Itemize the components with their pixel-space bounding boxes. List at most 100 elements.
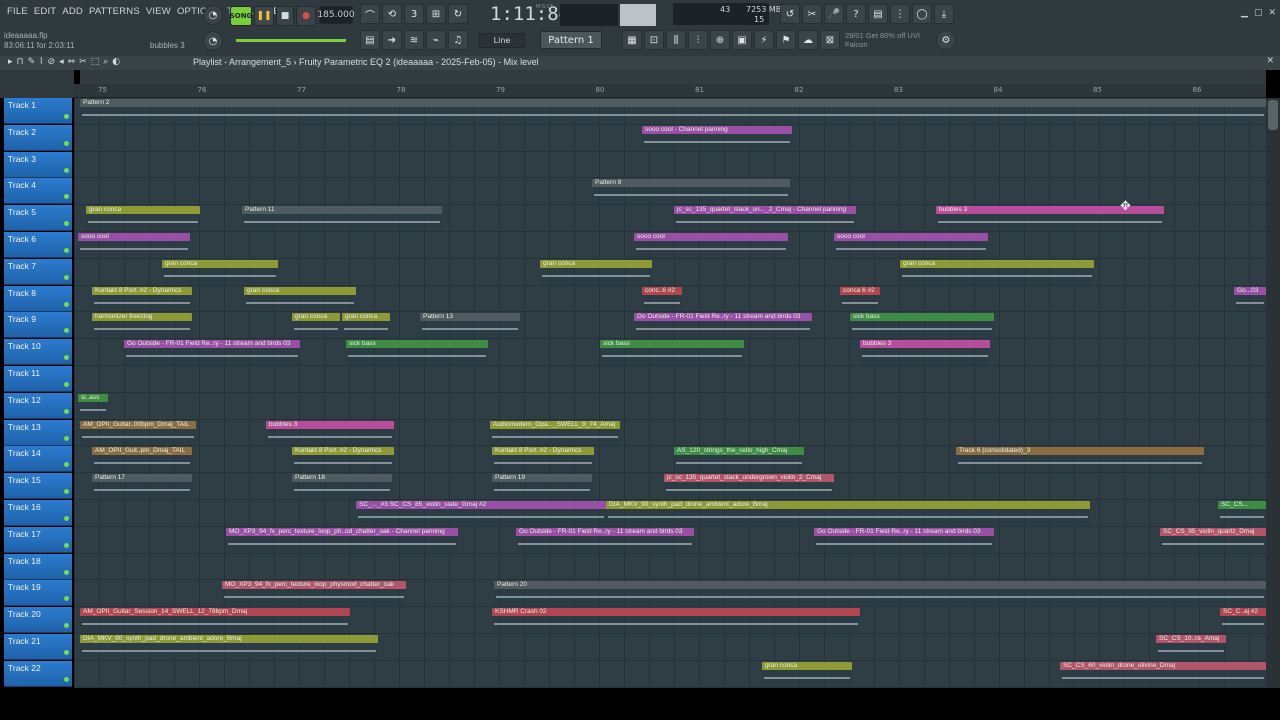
- playlist-clip[interactable]: AS_120_strings_the_cello_high_Cmaj: [674, 447, 804, 472]
- playlist-clip[interactable]: SC_CS_60_violin_drone_olivine_Dmaj: [1060, 661, 1266, 686]
- pause-button[interactable]: ❚❚: [254, 6, 274, 26]
- playlist-clip[interactable]: sooo cool - Channel panning: [642, 125, 792, 150]
- vertical-scrollbar[interactable]: [1266, 98, 1280, 688]
- track-header[interactable]: Track 13: [4, 419, 72, 446]
- track-mute-led[interactable]: [64, 194, 69, 200]
- metronome-icon[interactable]: ⌒: [360, 4, 380, 24]
- slip-icon[interactable]: ⇔: [68, 57, 76, 67]
- track-header[interactable]: Track 3: [4, 151, 72, 178]
- playlist-clip[interactable]: si..ass: [78, 393, 108, 418]
- playlist-clip[interactable]: SC_C..aj #2: [1220, 608, 1266, 633]
- render-icon[interactable]: ✂: [802, 4, 822, 24]
- playlist-clip[interactable]: gran conca: [292, 313, 340, 338]
- maximize-icon[interactable]: ▢: [1254, 8, 1263, 18]
- delete-icon[interactable]: ⊘: [48, 57, 56, 67]
- menu-edit[interactable]: EDIT: [31, 6, 59, 17]
- track-header[interactable]: Track 12: [4, 392, 72, 419]
- playlist-clip[interactable]: AM_OPII_Guitar..00bpm_Dmaj_TAIL: [80, 420, 196, 445]
- playlist-clip[interactable]: Pattern 11: [242, 206, 442, 231]
- track-header[interactable]: Track 16: [4, 500, 72, 526]
- track-mute-led[interactable]: [64, 248, 69, 253]
- playlist-clip[interactable]: Go...03: [1234, 286, 1266, 311]
- tempo-knob-icon[interactable]: ◔: [203, 5, 223, 25]
- track-header[interactable]: Track 2: [4, 124, 72, 151]
- song-mode-button[interactable]: SONG: [230, 6, 252, 26]
- track-header[interactable]: Track 10: [4, 339, 72, 366]
- playlist-clip[interactable]: jc_sc_135_quartet_stack_undergrown_violi…: [664, 474, 834, 499]
- shop-icon[interactable]: ⊠: [820, 30, 840, 50]
- track-mute-led[interactable]: [64, 382, 69, 387]
- track-header[interactable]: Track 15: [4, 473, 72, 500]
- playlist-clip[interactable]: Pattern 2: [80, 99, 1266, 123]
- chat-icon[interactable]: ◯: [912, 4, 932, 24]
- playlist-clip[interactable]: gran conca: [244, 286, 356, 311]
- plugin-icon[interactable]: ⚡: [754, 30, 774, 50]
- record-button[interactable]: ●: [296, 6, 316, 26]
- menu-file[interactable]: FILE: [4, 6, 31, 17]
- stamp-icon[interactable]: ♫: [448, 30, 468, 50]
- menu-view[interactable]: VIEW: [143, 6, 174, 17]
- countdown-icon[interactable]: 3: [404, 4, 424, 24]
- link-icon[interactable]: ⌁: [426, 30, 446, 50]
- paint-icon[interactable]: ⌇: [39, 57, 43, 67]
- cloud-icon[interactable]: ☁: [798, 30, 818, 50]
- select-icon[interactable]: ⬚: [91, 57, 100, 67]
- track-mute-led[interactable]: [64, 596, 69, 602]
- channel-rack-icon[interactable]: ⊡: [644, 30, 664, 50]
- playlist-clip[interactable]: SC_CS_95_violin_quartz_Dmaj: [1160, 527, 1266, 552]
- undo-icon[interactable]: ↺: [780, 4, 800, 24]
- track-header[interactable]: Track 22: [4, 660, 72, 687]
- playlist-clip[interactable]: AM_OPII_Guitar_Session_14_SWELL_12_78bpm…: [80, 608, 350, 633]
- playlist-clip[interactable]: harmonizer freezing: [92, 313, 192, 338]
- plugin-picker-icon[interactable]: ⊕: [710, 30, 730, 50]
- help-icon[interactable]: ?: [846, 4, 866, 24]
- playlist-clip[interactable]: sick bass: [850, 313, 994, 338]
- track-header[interactable]: Track 7: [4, 258, 72, 285]
- playlist-close-icon[interactable]: ✕: [1266, 56, 1274, 66]
- playlist-clip[interactable]: sooo cool: [634, 233, 788, 257]
- track-mute-led[interactable]: [64, 435, 69, 441]
- zoom-icon[interactable]: ⌕: [103, 57, 108, 67]
- track-mute-led[interactable]: [64, 167, 69, 173]
- loop-record-icon[interactable]: ↻: [448, 4, 468, 24]
- browser-icon[interactable]: ▣: [732, 30, 752, 50]
- snap-select[interactable]: Line: [479, 33, 525, 48]
- tempo-display[interactable]: 185.000: [317, 6, 355, 24]
- master-pitch-knob-icon[interactable]: ◔: [203, 31, 223, 51]
- snap-icon[interactable]: ≋: [404, 30, 424, 50]
- track-header[interactable]: Track 20: [4, 607, 72, 634]
- playlist-clip[interactable]: Audiomodern_Opa..._SWELL_9_74_Amaj: [490, 420, 620, 445]
- track-mute-led[interactable]: [64, 569, 69, 575]
- menu-patterns[interactable]: PATTERNS: [86, 6, 143, 17]
- playlist-clip[interactable]: Pattern 8: [592, 179, 790, 204]
- playlist-clip[interactable]: Go Outside - FR-01 Field Re..ry - 11 str…: [124, 340, 300, 365]
- mixer-sliders-icon[interactable]: ⫶: [688, 30, 708, 50]
- pattern-select[interactable]: Pattern 1: [540, 31, 602, 49]
- track-mute-led[interactable]: [64, 274, 69, 280]
- playlist-clip[interactable]: Go Outside - FR-01 Field Re..ry - 11 str…: [516, 527, 694, 552]
- playlist-clip[interactable]: sick bass: [600, 340, 744, 365]
- playlist-clip[interactable]: jc_sc_135_quartet_stack_un..._2_Cmaj - C…: [674, 206, 856, 231]
- playlist-clip[interactable]: Kontakt 8 Port. #2 - Dynamics: [92, 286, 192, 311]
- playlist-clip[interactable]: SC_CS...: [1218, 501, 1266, 525]
- playlist-clip[interactable]: KSHMR Crash 02: [492, 608, 860, 633]
- timeline-ruler[interactable]: 75 76 77 78 79 80 81 82 83 84 85 86: [74, 84, 1266, 98]
- playlist-clip[interactable]: DIA_MKV_90_synth_pad_drone_ambient_adore…: [606, 501, 1090, 525]
- track-mute-led[interactable]: [64, 355, 69, 361]
- magnet-icon[interactable]: ⊓: [17, 57, 24, 67]
- draw-icon[interactable]: ✎: [28, 57, 36, 67]
- piano-roll-icon[interactable]: ▦: [622, 30, 642, 50]
- track-header[interactable]: Track 21: [4, 634, 72, 660]
- playlist-clip[interactable]: Pattern 19: [492, 474, 592, 499]
- playlist-clip[interactable]: Pattern 17: [92, 474, 192, 499]
- save-icon[interactable]: ▤: [868, 4, 888, 24]
- playlist-clip[interactable]: Pattern 18: [292, 474, 392, 499]
- close-icon[interactable]: ✕: [1268, 8, 1276, 18]
- playlist-clip[interactable]: MO_XP3_94_fx_perc_texture_loop_ph..od_ch…: [226, 527, 458, 552]
- playlist-clip[interactable]: gran conca: [162, 259, 278, 284]
- playlist-clip[interactable]: AM_OPII_Guit..pm_Dmaj_TAIL: [92, 447, 192, 472]
- slice-icon[interactable]: ✂: [79, 57, 87, 67]
- mic-icon[interactable]: 🎤: [824, 4, 844, 24]
- track-mute-led[interactable]: [64, 676, 69, 682]
- playlist-clip[interactable]: MO_XP3_94_fx_perc_texture_loop_physmod_c…: [222, 581, 406, 606]
